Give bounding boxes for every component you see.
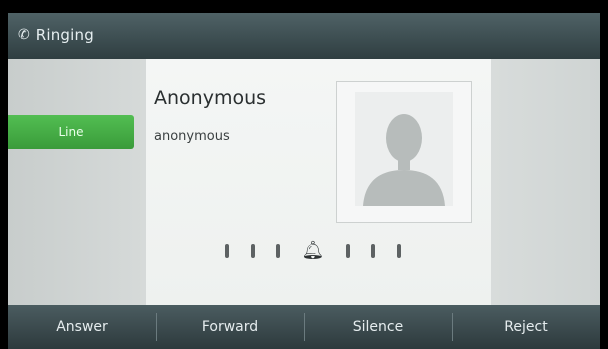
ring-dot (396, 244, 401, 258)
line-tab[interactable]: Line (8, 115, 134, 149)
caller-number: anonymous (154, 129, 230, 144)
ring-dot (276, 244, 281, 258)
ring-dot (345, 244, 350, 258)
ring-dot (250, 244, 255, 258)
status-bar: ✆ Ringing (8, 13, 600, 59)
softkey-bar: Answer Forward Silence Reject (8, 305, 600, 349)
left-pane: Line (8, 59, 146, 305)
forward-button[interactable]: Forward (156, 305, 304, 349)
right-pane (491, 59, 600, 305)
ring-indicator: 🔔︎ (225, 240, 401, 262)
caller-name: Anonymous (154, 87, 267, 109)
contact-silhouette-icon (355, 92, 453, 206)
bell-icon: 🔔︎ (301, 240, 325, 261)
phone-icon: ✆ (18, 27, 30, 43)
phone-screen: ✆ Ringing Line Anonymous anonymous 🔔︎ An… (8, 13, 600, 349)
status-left: ✆ Ringing (18, 26, 94, 44)
ring-dot (371, 244, 376, 258)
reject-button[interactable]: Reject (452, 305, 600, 349)
ring-dot (225, 244, 229, 258)
incoming-call-card: Anonymous anonymous 🔔︎ (146, 59, 491, 305)
silence-button[interactable]: Silence (304, 305, 452, 349)
status-title: Ringing (35, 26, 94, 44)
answer-button[interactable]: Answer (8, 305, 156, 349)
caller-photo (336, 81, 472, 223)
